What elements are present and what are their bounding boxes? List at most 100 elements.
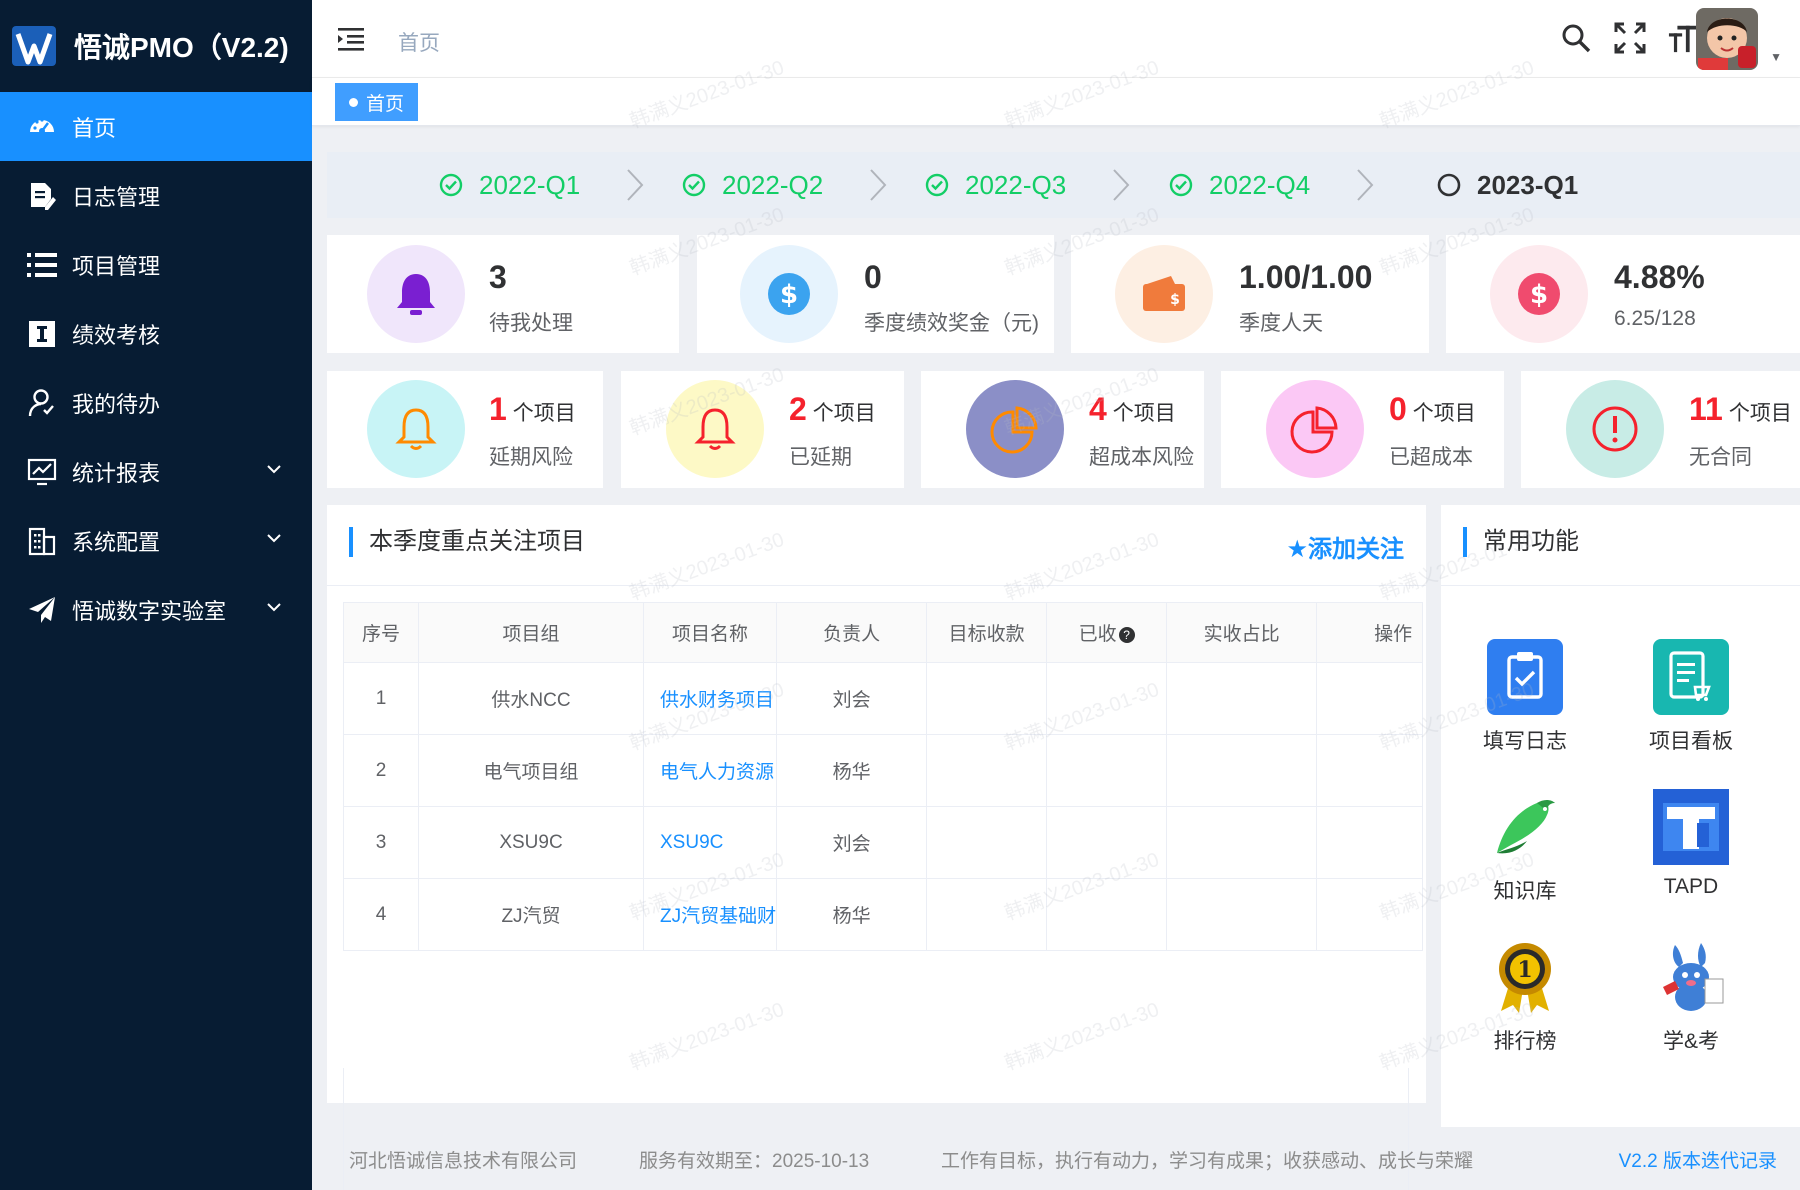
function-learn-exam[interactable]: 学&考 (1626, 939, 1756, 1055)
step-2022-q3[interactable]: 2022-Q3 (925, 152, 1066, 218)
help-icon[interactable]: ? (1118, 626, 1135, 643)
cell-received (1046, 662, 1168, 735)
stat-card-ratio[interactable]: $ 4.88% 6.25/128 (1446, 235, 1800, 353)
cell-owner: 杨华 (776, 734, 928, 807)
table-row[interactable]: 4 ZJ汽贸 ZJ汽贸基础财 杨华 (343, 878, 1424, 951)
table-row[interactable]: 2 电气项目组 电气人力资源 杨华 (343, 734, 1424, 807)
user-todo-icon (26, 387, 58, 419)
svg-text:$: $ (1170, 292, 1180, 308)
column-header[interactable]: 序号 (343, 602, 419, 663)
caret-down-icon[interactable]: ▼ (1770, 50, 1782, 64)
cell-ratio (1166, 806, 1318, 879)
step-2023-q1[interactable]: 2023-Q1 (1437, 152, 1578, 218)
top-header: 首页 ▼ (312, 0, 1800, 78)
cell-group: 供水NCC (418, 662, 644, 735)
step-label: 2022-Q3 (965, 169, 1067, 200)
risk-card-delayed[interactable]: 2 个项目 已延期 (621, 371, 904, 488)
building-icon (26, 525, 58, 557)
step-label: 2022-Q4 (1209, 169, 1311, 200)
column-header[interactable]: 目标收款 (926, 602, 1048, 663)
sidebar-item-log[interactable]: 日志管理 (0, 161, 312, 230)
bell-outline-icon (666, 380, 764, 478)
table-row[interactable]: 3 XSU9C XSU9C 刘会 (343, 806, 1424, 879)
risk-card-over-cost[interactable]: 0 个项目 已超成本 (1221, 371, 1504, 488)
cell-target (926, 662, 1048, 735)
quarter-steps: 2022-Q1 2022-Q2 2022-Q3 2022-Q4 2023-Q1 (327, 152, 1800, 218)
document-edit-icon (26, 180, 58, 212)
footer: 河北悟诚信息技术有限公司 服务有效期至：2025-10-13 工作有目标，执行有… (312, 1130, 1800, 1190)
board-icon (1653, 639, 1729, 715)
sidebar-item-projects[interactable]: 项目管理 (0, 230, 312, 299)
panel-title: 本季度重点关注项目 (349, 527, 585, 557)
risk-card-no-contract[interactable]: 11 个项目 无合同 (1521, 371, 1800, 488)
add-follow-button[interactable]: ★添加关注 (1286, 529, 1404, 564)
column-header[interactable]: 项目组 (418, 602, 644, 663)
column-header[interactable]: 实收占比 (1166, 602, 1318, 663)
risk-card-cost-risk[interactable]: 4 个项目 超成本风险 (921, 371, 1204, 488)
clipboard-check-icon (1487, 639, 1563, 715)
sidebar: 悟诚PMO（V2.2) 首页 日志管理 项目管理 绩效考核 我的待办 统计报表 … (0, 0, 312, 1190)
menu-toggle-icon[interactable] (338, 26, 366, 52)
sidebar-item-home[interactable]: 首页 (0, 92, 312, 161)
svg-text:1: 1 (1517, 957, 1532, 983)
cell-project-link[interactable]: 电气人力资源 (642, 734, 778, 807)
function-write-log[interactable]: 填写日志 (1460, 639, 1590, 755)
chevron-down-icon[interactable] (266, 461, 282, 477)
tapd-icon (1653, 789, 1729, 865)
chevron-down-icon[interactable] (266, 530, 282, 546)
step-2022-q2[interactable]: 2022-Q2 (682, 152, 823, 218)
function-leaderboard[interactable]: 1 排行榜 (1460, 939, 1590, 1055)
sidebar-item-lab[interactable]: 悟诚数字实验室 (0, 575, 312, 644)
tags-view: 首页 (312, 78, 1800, 126)
cell-group: XSU9C (418, 806, 644, 879)
function-label: TAPD (1663, 875, 1719, 898)
function-project-board[interactable]: 项目看板 (1626, 639, 1756, 755)
column-header[interactable]: 项目名称 (642, 602, 778, 663)
stat-card-pending[interactable]: 3 待我处理 (327, 235, 679, 353)
svg-text:$: $ (780, 280, 798, 310)
table-header-row: 序号 项目组 项目名称 负责人 目标收款 已收? 实收占比 操作 (343, 602, 1424, 663)
cell-project-link[interactable]: 供水财务项目 (642, 662, 778, 735)
stat-label: 季度绩效奖金（元) (864, 312, 1039, 335)
avatar[interactable] (1696, 8, 1758, 70)
breadcrumb[interactable]: 首页 (398, 27, 440, 57)
cell-actions (1316, 662, 1424, 735)
stat-label: 待我处理 (489, 312, 573, 335)
column-header[interactable]: 操作 (1316, 602, 1424, 663)
rabbit-icon (1653, 939, 1729, 1015)
column-header-received[interactable]: 已收? (1046, 602, 1168, 663)
sidebar-item-settings[interactable]: 系统配置 (0, 506, 312, 575)
step-2022-q4[interactable]: 2022-Q4 (1169, 152, 1310, 218)
cell-project-link[interactable]: ZJ汽贸基础财 (642, 878, 778, 951)
column-header[interactable]: 负责人 (776, 602, 928, 663)
sidebar-item-performance[interactable]: 绩效考核 (0, 299, 312, 368)
stat-value: 0 (864, 259, 882, 295)
table-row[interactable]: 1 供水NCC 供水财务项目 刘会 (343, 662, 1424, 735)
version-history-link[interactable]: V2.2 版本迭代记录 (1619, 1146, 1777, 1173)
risk-count: 4 (1089, 391, 1107, 427)
risk-card-delay-risk[interactable]: 1 个项目 延期风险 (327, 371, 603, 488)
risk-label: 超成本风险 (1089, 446, 1194, 469)
cell-owner: 刘会 (776, 806, 928, 879)
focus-projects-table: 序号 项目组 项目名称 负责人 目标收款 已收? 实收占比 操作 1 供水NCC… (343, 602, 1424, 951)
brand[interactable]: 悟诚PMO（V2.2) (0, 0, 312, 92)
tag-home[interactable]: 首页 (335, 83, 419, 121)
chevron-down-icon[interactable] (266, 599, 282, 615)
cell-project-link[interactable]: XSU9C (642, 806, 778, 879)
sidebar-item-reports[interactable]: 统计报表 (0, 437, 312, 506)
stat-card-bonus[interactable]: $ 0 季度绩效奖金（元) (697, 235, 1054, 353)
search-icon[interactable] (1560, 20, 1592, 56)
function-tapd[interactable]: TAPD (1626, 789, 1756, 899)
fullscreen-icon[interactable] (1614, 20, 1646, 56)
sidebar-item-todo[interactable]: 我的待办 (0, 368, 312, 437)
cell-group: 电气项目组 (418, 734, 644, 807)
sidebar-item-label: 统计报表 (72, 460, 161, 486)
stat-card-mandays[interactable]: $ 1.00/1.00 季度人天 (1071, 235, 1429, 353)
risk-count: 0 (1389, 391, 1407, 427)
step-2022-q1[interactable]: 2022-Q1 (439, 152, 580, 218)
pie-icon (1266, 380, 1364, 478)
cell-ratio (1166, 734, 1318, 807)
bird-icon (1487, 789, 1563, 865)
function-knowledge-base[interactable]: 知识库 (1460, 789, 1590, 905)
cell-received (1046, 878, 1168, 951)
